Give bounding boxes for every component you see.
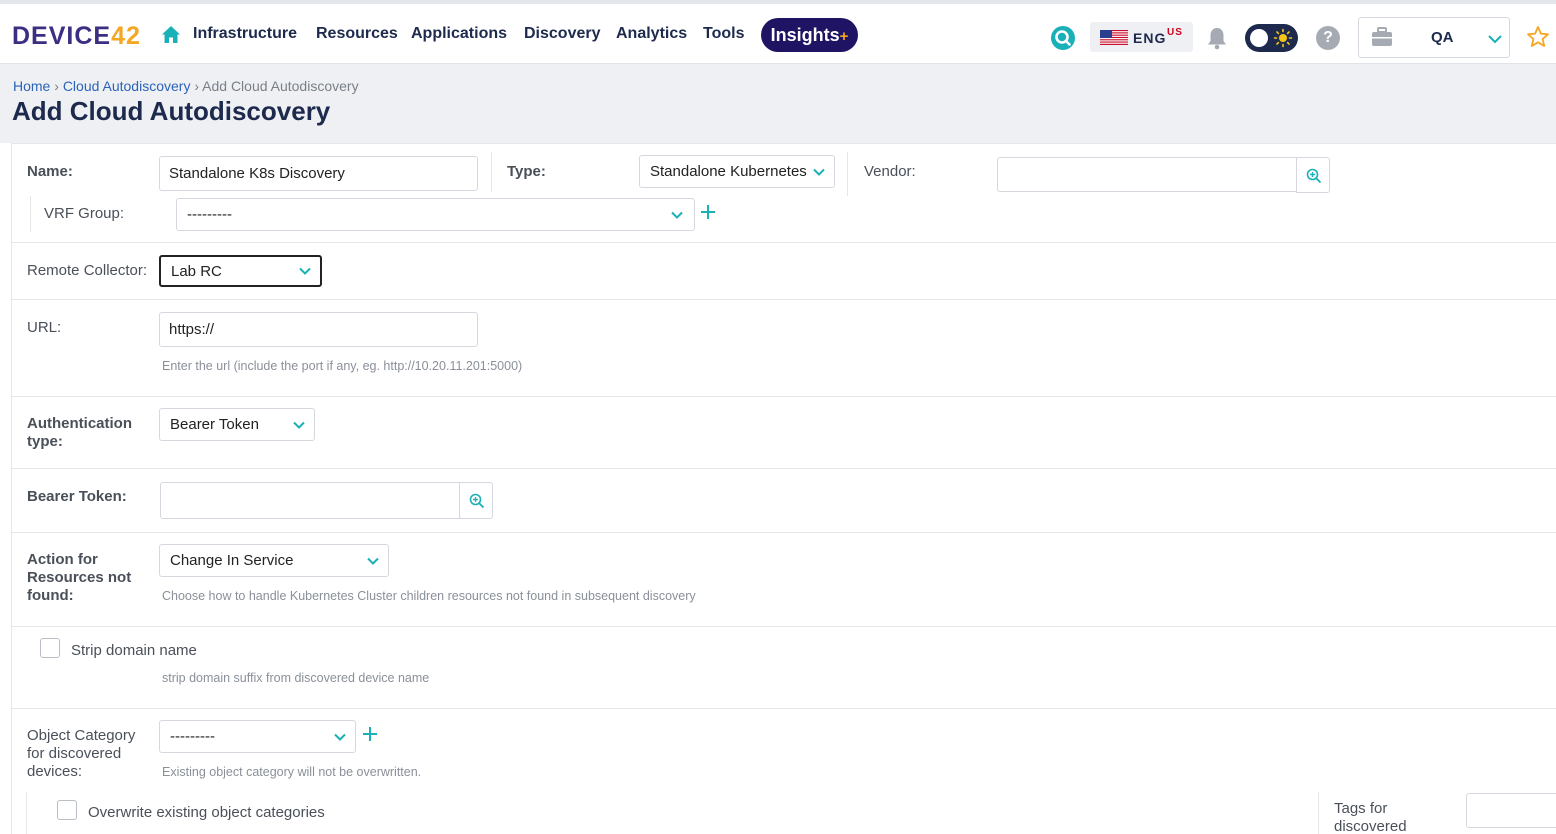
- workspace-selector[interactable]: QA: [1358, 17, 1510, 58]
- bearer-token-input[interactable]: [160, 482, 460, 519]
- field-divider: [491, 152, 492, 192]
- overwrite-categories-checkbox[interactable]: [57, 800, 77, 820]
- insights-button[interactable]: Insights+: [761, 18, 858, 52]
- briefcase-icon: [1372, 27, 1392, 46]
- breadcrumb-home[interactable]: Home: [13, 78, 50, 94]
- vrf-group-label: VRF Group:: [44, 205, 125, 222]
- field-divider: [1318, 792, 1319, 834]
- logo-text: DEVICE: [12, 22, 112, 50]
- name-input[interactable]: Standalone K8s Discovery: [159, 156, 478, 191]
- nav-analytics[interactable]: Analytics: [616, 25, 687, 43]
- strip-domain-checkbox[interactable]: [40, 638, 60, 658]
- breadcrumb-current: Add Cloud Autodiscovery: [202, 78, 359, 94]
- help-icon[interactable]: ?: [1316, 26, 1340, 50]
- theme-toggle[interactable]: [1245, 24, 1298, 52]
- language-selector[interactable]: ENG US: [1090, 22, 1193, 52]
- action-resources-label: Action for Resources not found:: [27, 551, 132, 604]
- breadcrumb-cloud-autodiscovery[interactable]: Cloud Autodiscovery: [63, 78, 191, 94]
- breadcrumb-separator: ›: [54, 78, 59, 94]
- row-divider: [11, 708, 1556, 709]
- object-category-select-value: ---------: [170, 728, 215, 745]
- zoom-in-icon: [469, 493, 485, 509]
- vrf-group-select[interactable]: ---------: [176, 198, 695, 231]
- remote-collector-select-value: Lab RC: [171, 263, 222, 280]
- breadcrumb: Home › Cloud Autodiscovery › Add Cloud A…: [13, 78, 359, 94]
- action-resources-select-value: Change In Service: [170, 552, 294, 569]
- strip-domain-label: Strip domain name: [71, 642, 197, 659]
- insights-plus: +: [839, 28, 849, 45]
- authentication-type-select-value: Bearer Token: [170, 416, 259, 433]
- url-label: URL:: [27, 319, 62, 336]
- object-category-select[interactable]: ---------: [159, 720, 356, 753]
- authentication-type-select[interactable]: Bearer Token: [159, 408, 315, 441]
- page-title: Add Cloud Autodiscovery: [12, 96, 331, 126]
- toggle-knob: [1250, 29, 1268, 47]
- row-divider: [11, 626, 1556, 627]
- nav-resources[interactable]: Resources: [316, 25, 398, 43]
- add-vrf-group-icon[interactable]: [700, 204, 716, 220]
- vendor-input[interactable]: [997, 157, 1297, 192]
- home-icon[interactable]: [161, 25, 181, 45]
- top-navbar: DEVICE42 Infrastructure Resources Applic…: [0, 0, 1556, 64]
- sun-icon: [1273, 28, 1293, 48]
- language-region: US: [1167, 27, 1183, 38]
- chevron-down-icon: [334, 733, 346, 741]
- url-hint: Enter the url (include the port if any, …: [162, 359, 523, 373]
- field-divider: [30, 196, 31, 232]
- logo-number: 42: [111, 22, 141, 50]
- row-divider: [11, 532, 1556, 533]
- remote-collector-select[interactable]: Lab RC: [159, 255, 322, 287]
- row-divider: [11, 242, 1556, 243]
- insights-label: Insights: [770, 25, 840, 45]
- nav-applications[interactable]: Applications: [411, 25, 507, 43]
- nav-discovery[interactable]: Discovery: [524, 25, 601, 43]
- field-divider: [847, 152, 848, 196]
- type-select[interactable]: Standalone Kubernetes: [639, 155, 835, 188]
- row-divider: [11, 299, 1556, 300]
- vendor-label: Vendor:: [864, 163, 916, 180]
- action-resources-select[interactable]: Change In Service: [159, 544, 389, 577]
- action-resources-hint: Choose how to handle Kubernetes Cluster …: [162, 589, 696, 603]
- url-input[interactable]: https://: [159, 312, 478, 347]
- bearer-token-label: Bearer Token:: [27, 488, 127, 505]
- object-category-label: Object Category for discovered devices:: [27, 727, 136, 780]
- chevron-down-icon: [367, 557, 379, 565]
- nav-tools[interactable]: Tools: [703, 25, 744, 43]
- star-icon[interactable]: [1526, 25, 1550, 49]
- row-divider: [11, 468, 1556, 469]
- overwrite-categories-label: Overwrite existing object categories: [88, 804, 325, 821]
- object-category-hint: Existing object category will not be ove…: [162, 765, 422, 779]
- zoom-in-icon: [1306, 168, 1322, 184]
- chevron-down-icon: [813, 168, 825, 176]
- vendor-lookup-button[interactable]: [1296, 157, 1330, 193]
- vrf-group-select-value: ---------: [187, 206, 232, 223]
- workspace-label: QA: [1431, 29, 1454, 46]
- tags-label: Tags for discovered: [1334, 800, 1407, 834]
- search-icon[interactable]: [1050, 25, 1076, 51]
- nav-infrastructure[interactable]: Infrastructure: [193, 25, 297, 43]
- strip-domain-hint: strip domain suffix from discovered devi…: [162, 671, 430, 685]
- row-divider: [11, 396, 1556, 397]
- language-code: ENG: [1133, 30, 1167, 46]
- type-select-value: Standalone Kubernetes: [650, 163, 807, 180]
- bell-icon[interactable]: [1206, 26, 1228, 50]
- add-object-category-icon[interactable]: [362, 726, 378, 742]
- type-label: Type:: [507, 163, 546, 180]
- tags-input[interactable]: [1466, 793, 1556, 828]
- authentication-type-label: Authentication type:: [27, 415, 132, 450]
- us-flag-icon: [1100, 30, 1128, 45]
- breadcrumb-separator: ›: [194, 78, 200, 94]
- chevron-down-icon: [299, 267, 311, 275]
- remote-collector-label: Remote Collector:: [27, 262, 148, 279]
- chevron-down-icon: [293, 421, 305, 429]
- device42-logo[interactable]: DEVICE42: [12, 22, 141, 51]
- name-label: Name:: [27, 163, 73, 180]
- chevron-down-icon: [671, 211, 683, 219]
- chevron-down-icon: [1488, 35, 1502, 44]
- field-divider: [26, 792, 27, 834]
- page-header: Home › Cloud Autodiscovery › Add Cloud A…: [0, 64, 1556, 143]
- bearer-token-lookup-button[interactable]: [459, 482, 493, 519]
